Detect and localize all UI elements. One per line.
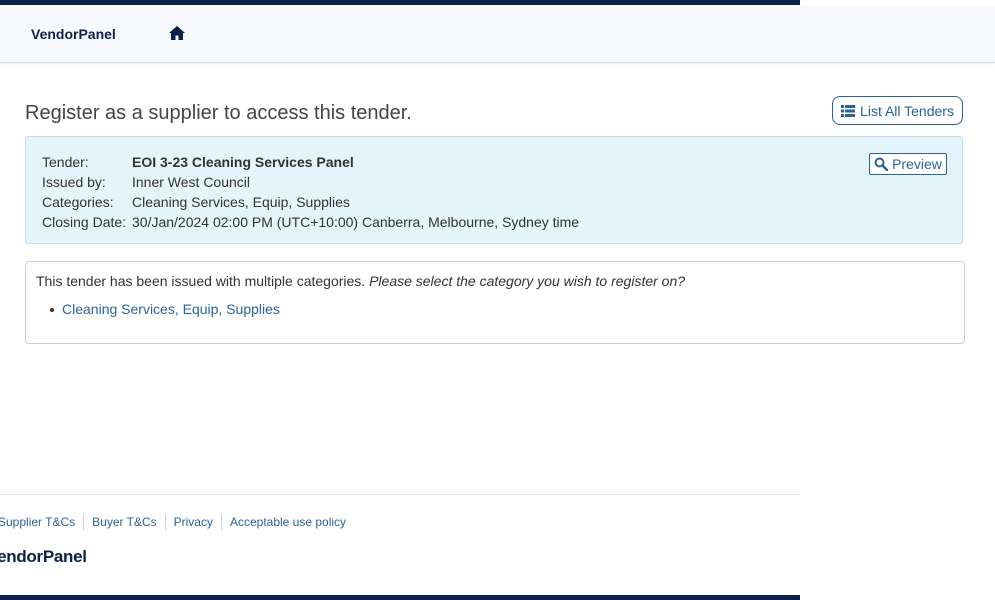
- category-prompt: Please select the category you wish to r…: [369, 273, 686, 289]
- home-icon[interactable]: [168, 25, 186, 41]
- category-instructions: This tender has been issued with multipl…: [36, 273, 685, 289]
- preview-button[interactable]: Preview: [869, 153, 947, 175]
- list-all-tenders-button[interactable]: List All Tenders: [832, 96, 963, 125]
- closing-date-row: Closing Date: 30/Jan/2024 02:00 PM (UTC+1…: [42, 214, 579, 230]
- page-title: Register as a supplier to access this te…: [25, 102, 412, 124]
- search-icon: [874, 157, 889, 171]
- supplier-terms-link[interactable]: Supplier T&Cs: [0, 515, 83, 529]
- category-link[interactable]: Cleaning Services, Equip, Supplies: [62, 301, 280, 317]
- tender-info-panel: Tender: EOI 3-23 Cleaning Services Panel …: [25, 136, 963, 244]
- privacy-link[interactable]: Privacy: [166, 515, 221, 529]
- list-all-tenders-label: List All Tenders: [860, 102, 954, 119]
- issued-by-label: Issued by:: [42, 174, 106, 190]
- category-selection-panel: This tender has been issued with multipl…: [25, 261, 965, 344]
- closing-date-label: Closing Date:: [42, 214, 127, 230]
- categories-value: Cleaning Services, Equip, Supplies: [132, 194, 350, 210]
- footer-logo: VendorPanel: [0, 547, 87, 566]
- bottom-accent-bar: [0, 595, 800, 600]
- navbar: VendorPanel: [0, 5, 995, 63]
- buyer-terms-link[interactable]: Buyer T&Cs: [84, 515, 164, 529]
- footer-divider: [0, 494, 800, 495]
- tender-label: Tender:: [42, 154, 89, 170]
- tender-value: EOI 3-23 Cleaning Services Panel: [132, 154, 354, 170]
- categories-row: Categories: Cleaning Services, Equip, Sup…: [42, 194, 350, 210]
- acceptable-use-link[interactable]: Acceptable use policy: [222, 515, 354, 529]
- list-icon: [841, 104, 856, 117]
- list-item: Cleaning Services, Equip, Supplies: [50, 301, 280, 317]
- issued-by-row: Issued by: Inner West Council: [42, 174, 250, 190]
- issued-by-value: Inner West Council: [132, 174, 251, 190]
- category-list: Cleaning Services, Equip, Supplies: [50, 301, 280, 317]
- closing-date-value: 30/Jan/2024 02:00 PM (UTC+10:00) Canberr…: [132, 214, 580, 230]
- brand-name[interactable]: VendorPanel: [31, 26, 116, 42]
- category-intro: This tender has been issued with multipl…: [36, 273, 366, 289]
- tender-row: Tender: EOI 3-23 Cleaning Services Panel: [42, 154, 354, 170]
- preview-label: Preview: [892, 156, 942, 172]
- footer-links: Supplier T&Cs Buyer T&Cs Privacy Accepta…: [0, 514, 354, 530]
- categories-label: Categories:: [42, 194, 114, 210]
